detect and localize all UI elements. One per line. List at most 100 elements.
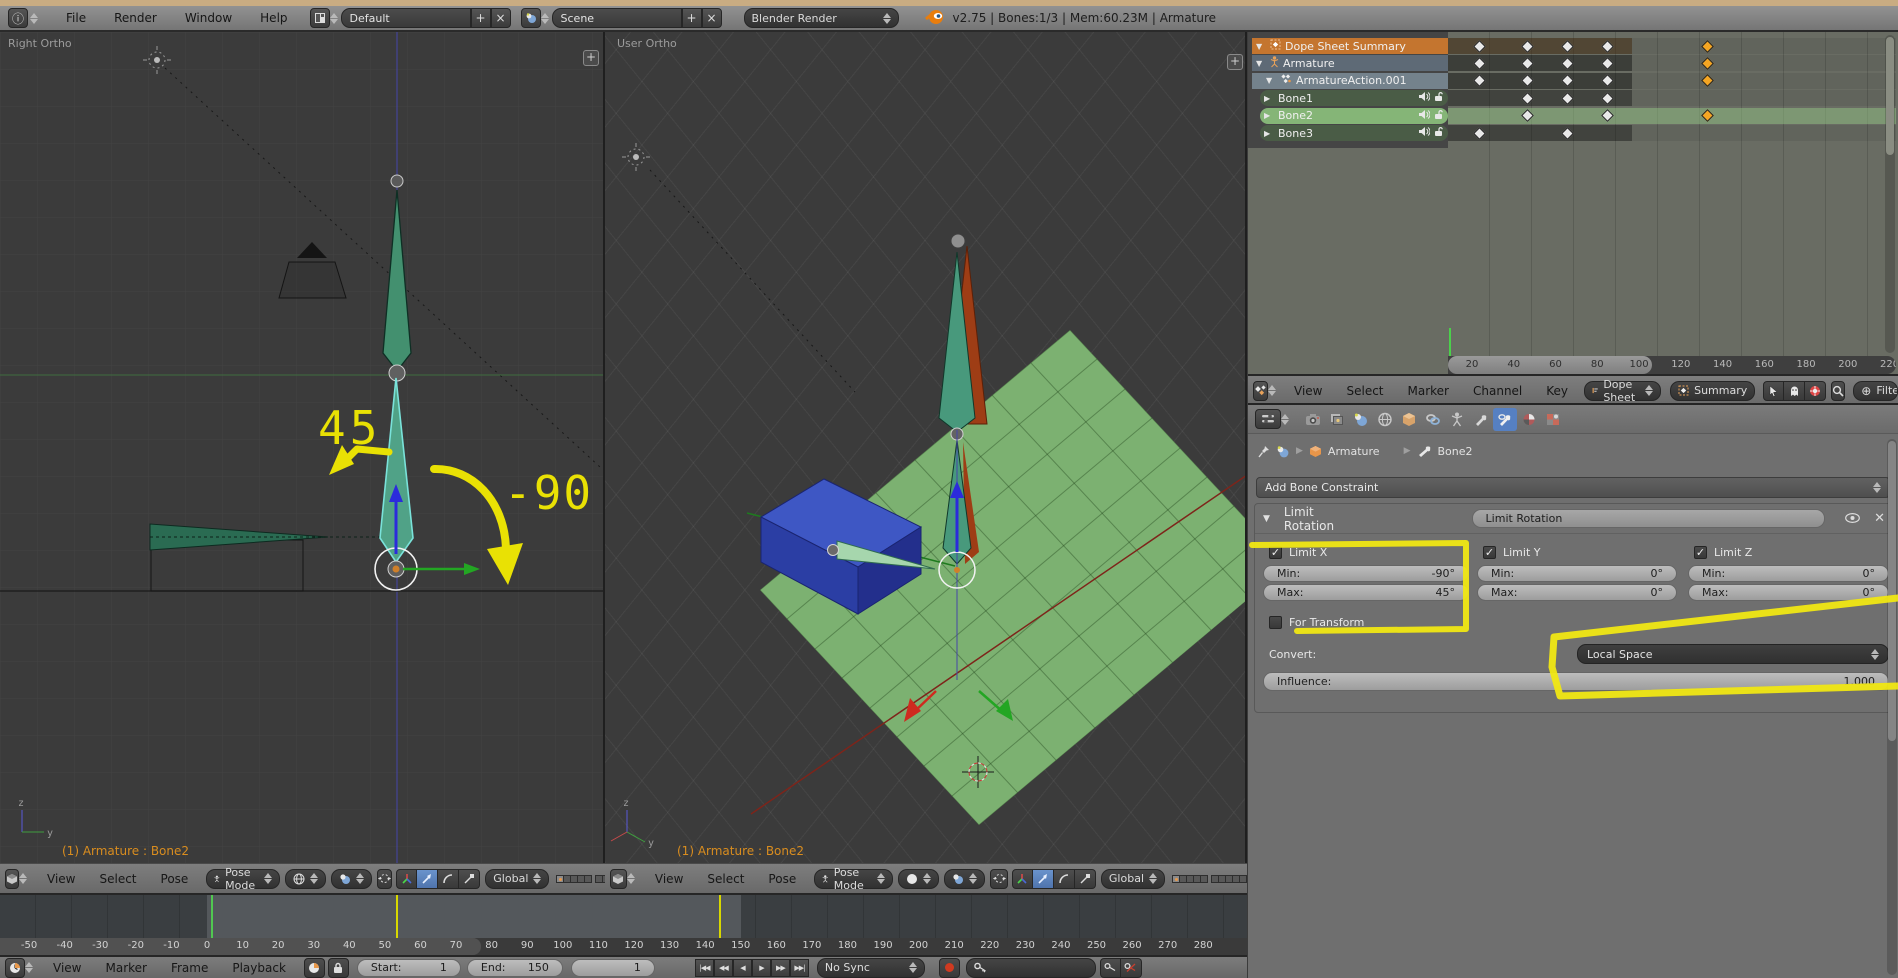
manipulator-axes-icon[interactable] bbox=[1011, 868, 1033, 889]
menu-pose[interactable]: Pose bbox=[756, 872, 808, 886]
channel-bone3[interactable]: ▶ Bone3 bbox=[1260, 125, 1448, 141]
menu-select[interactable]: Select bbox=[87, 872, 148, 886]
tab-constraints-icon[interactable] bbox=[1421, 408, 1445, 431]
menu-marker[interactable]: Marker bbox=[1396, 384, 1461, 398]
lock-icon[interactable] bbox=[1433, 126, 1444, 140]
manipulator-rotate-icon[interactable] bbox=[438, 868, 460, 889]
lamp-object[interactable] bbox=[622, 143, 650, 171]
editor-type-arrows-icon[interactable] bbox=[626, 873, 635, 884]
editor-type-arrows-icon[interactable] bbox=[25, 962, 33, 973]
channel-armature[interactable]: ▼ Armature bbox=[1252, 55, 1448, 72]
layout-name-field[interactable]: Default bbox=[340, 8, 471, 28]
editor-type-3dview-icon[interactable] bbox=[5, 868, 19, 889]
timeline-ruler[interactable]: -50 -40 -30 -20 -10 0 10 20 30 40 50 60 70 80 90 100 110… bbox=[0, 938, 1247, 955]
tab-render-layers-icon[interactable] bbox=[1325, 408, 1349, 431]
channel-label[interactable]: Bone2 bbox=[1278, 109, 1313, 122]
channel-label[interactable]: Bone1 bbox=[1278, 92, 1313, 105]
scene-icon[interactable] bbox=[520, 8, 541, 28]
expand-icon[interactable]: ▶ bbox=[1264, 129, 1274, 138]
tab-object-icon[interactable] bbox=[1397, 408, 1421, 431]
auto-keyframe-record-icon[interactable] bbox=[938, 957, 960, 978]
dope-sheet-editor[interactable]: ▼ Dope Sheet Summary ▼ Armature ▼ ArmatureAct… bbox=[1248, 32, 1898, 405]
filter-types-icon[interactable] bbox=[1805, 380, 1827, 401]
timeline-strip[interactable] bbox=[0, 895, 1247, 955]
play-button[interactable]: ▶ bbox=[751, 958, 771, 977]
min-field[interactable]: Min: 0° bbox=[1688, 565, 1889, 582]
viewport-shading-select[interactable] bbox=[898, 868, 940, 889]
sync-mode-select[interactable]: No Sync bbox=[816, 957, 925, 978]
manipulator-scale-icon[interactable] bbox=[459, 868, 481, 889]
editor-type-arrows-icon[interactable] bbox=[19, 873, 27, 884]
add-layout-button[interactable]: + bbox=[470, 8, 491, 28]
cursor-select-icon[interactable] bbox=[1763, 380, 1785, 401]
viewport-right-ortho[interactable]: 45 -90 zy Right Ortho + (1) Armature : B… bbox=[0, 32, 605, 863]
summary-toggle[interactable]: Summary bbox=[1670, 380, 1756, 401]
menu-marker[interactable]: Marker bbox=[93, 961, 158, 975]
channel-dope-sheet-summary[interactable]: ▼ Dope Sheet Summary bbox=[1252, 38, 1448, 54]
render-engine-select[interactable]: Blender Render bbox=[743, 8, 899, 28]
channel-bone2[interactable]: ▶ Bone2 bbox=[1260, 107, 1448, 124]
menu-view[interactable]: View bbox=[643, 872, 695, 886]
viewport-shading-select[interactable] bbox=[285, 868, 327, 889]
lock-icon[interactable] bbox=[1433, 109, 1444, 123]
channel-armatureaction-001[interactable]: ▼ ArmatureAction.001 bbox=[1252, 72, 1448, 89]
transform-orientation-select[interactable]: Global bbox=[485, 868, 550, 889]
menu-view[interactable]: View bbox=[1282, 384, 1334, 398]
editor-type-arrows-icon[interactable] bbox=[30, 12, 38, 24]
menu-key[interactable]: Key bbox=[1534, 384, 1580, 398]
mute-speaker-icon[interactable] bbox=[1418, 91, 1431, 105]
use-preview-range-icon[interactable] bbox=[303, 957, 325, 978]
limit-x-checkbox[interactable]: ✓ bbox=[1269, 546, 1282, 559]
menu-window[interactable]: Window bbox=[171, 11, 246, 25]
min-field[interactable]: Min: -90° bbox=[1263, 565, 1469, 582]
scrollbar-handle[interactable] bbox=[1886, 37, 1894, 155]
channel-label[interactable]: ArmatureAction.001 bbox=[1296, 74, 1407, 87]
editor-type-properties-icon[interactable] bbox=[1255, 409, 1281, 429]
delete-keyframe-icon[interactable] bbox=[1120, 957, 1142, 978]
menu-view[interactable]: View bbox=[41, 961, 93, 975]
tab-bone-icon[interactable] bbox=[1469, 408, 1493, 431]
pivot-point-select[interactable] bbox=[331, 868, 373, 889]
breadcrumb-bone[interactable]: Bone2 bbox=[1438, 445, 1473, 458]
scrollbar-handle[interactable] bbox=[1888, 441, 1896, 741]
menu-frame[interactable]: Frame bbox=[159, 961, 220, 975]
info-icon[interactable]: ⓘ bbox=[8, 8, 28, 28]
delete-scene-button[interactable]: × bbox=[701, 8, 722, 28]
editor-type-arrows-icon[interactable] bbox=[1268, 385, 1276, 396]
panel-expand-icon[interactable]: ▼ bbox=[1263, 514, 1270, 524]
filter-dropdown[interactable]: ⊕Filter bbox=[1853, 380, 1898, 401]
manipulator-translate-icon[interactable] bbox=[417, 868, 439, 889]
menu-channel[interactable]: Channel bbox=[1461, 384, 1534, 398]
limit-y-checkbox[interactable]: ✓ bbox=[1483, 546, 1496, 559]
tab-bone-constraints-icon[interactable] bbox=[1493, 407, 1517, 431]
scene-dropdown-arrows-icon[interactable] bbox=[540, 12, 549, 24]
insert-keyframe-icon[interactable] bbox=[1099, 957, 1121, 978]
tab-texture-icon[interactable] bbox=[1541, 408, 1565, 431]
lock-icon[interactable] bbox=[1433, 91, 1444, 105]
tab-scene-icon[interactable] bbox=[1349, 408, 1373, 431]
next-keyframe-button[interactable]: ▶▶ bbox=[770, 958, 790, 977]
dope-vertical-scrollbar[interactable] bbox=[1885, 35, 1895, 353]
jump-to-end-button[interactable]: ▶▶| bbox=[789, 958, 809, 977]
expand-panel-icon[interactable]: + bbox=[583, 50, 599, 66]
channel-label[interactable]: Armature bbox=[1283, 57, 1335, 70]
menu-view[interactable]: View bbox=[35, 872, 87, 886]
keying-set-field[interactable] bbox=[965, 957, 1096, 978]
manipulator-toggle[interactable] bbox=[377, 868, 393, 889]
current-frame-field[interactable]: 1 bbox=[570, 958, 655, 977]
menu-select[interactable]: Select bbox=[1334, 384, 1395, 398]
convert-space-select[interactable]: Local Space bbox=[1577, 644, 1889, 664]
channel-bone1[interactable]: ▶ Bone1 bbox=[1260, 90, 1448, 107]
limit-z-checkbox[interactable]: ✓ bbox=[1694, 546, 1707, 559]
min-field[interactable]: Min: 0° bbox=[1477, 565, 1677, 582]
manipulator-translate-icon[interactable] bbox=[1032, 868, 1054, 889]
menu-file[interactable]: File bbox=[52, 11, 100, 25]
breadcrumb-object[interactable]: Armature bbox=[1328, 445, 1380, 458]
mode-select[interactable]: Pose Mode bbox=[814, 866, 894, 892]
menu-select[interactable]: Select bbox=[695, 872, 756, 886]
transform-orientation-select[interactable]: Global bbox=[1100, 868, 1165, 889]
pin-icon[interactable] bbox=[1258, 445, 1270, 458]
keyframe-grid[interactable] bbox=[1448, 32, 1896, 356]
editor-type-dopesheet-icon[interactable] bbox=[1253, 380, 1268, 401]
search-icon[interactable] bbox=[1831, 380, 1846, 401]
